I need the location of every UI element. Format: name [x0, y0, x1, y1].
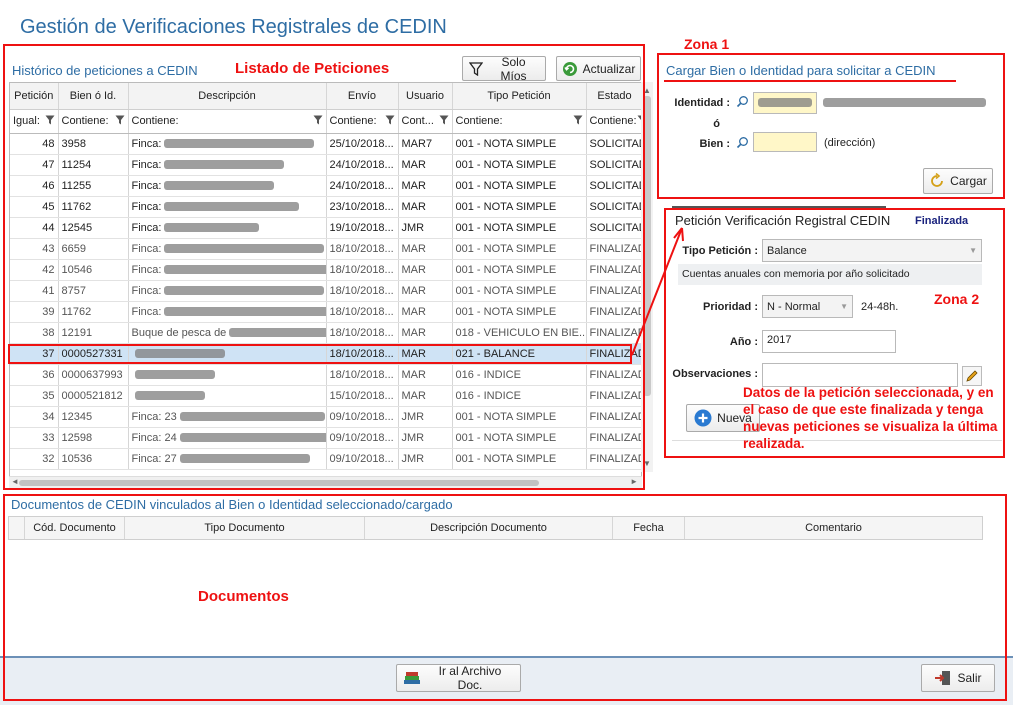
app-title: Gestión de Verificaciones Registrales de…	[20, 16, 447, 38]
documentos-annotation-box	[3, 494, 1007, 701]
zona2-annotation-note: Datos de la petición seleccionada, y en …	[743, 385, 998, 451]
zona2-annotation-label: Zona 2	[934, 291, 980, 307]
zona1-annotation-label: Zona 1	[684, 36, 730, 52]
documentos-annotation-label: Documentos	[198, 588, 289, 605]
annotation-arrow-icon	[631, 227, 684, 356]
listado-annotation-box	[3, 44, 645, 490]
zona1-annotation-box	[657, 53, 1005, 199]
selected-row-annotation-box	[8, 344, 632, 364]
listado-annotation-label: Listado de Peticiones	[235, 60, 390, 77]
